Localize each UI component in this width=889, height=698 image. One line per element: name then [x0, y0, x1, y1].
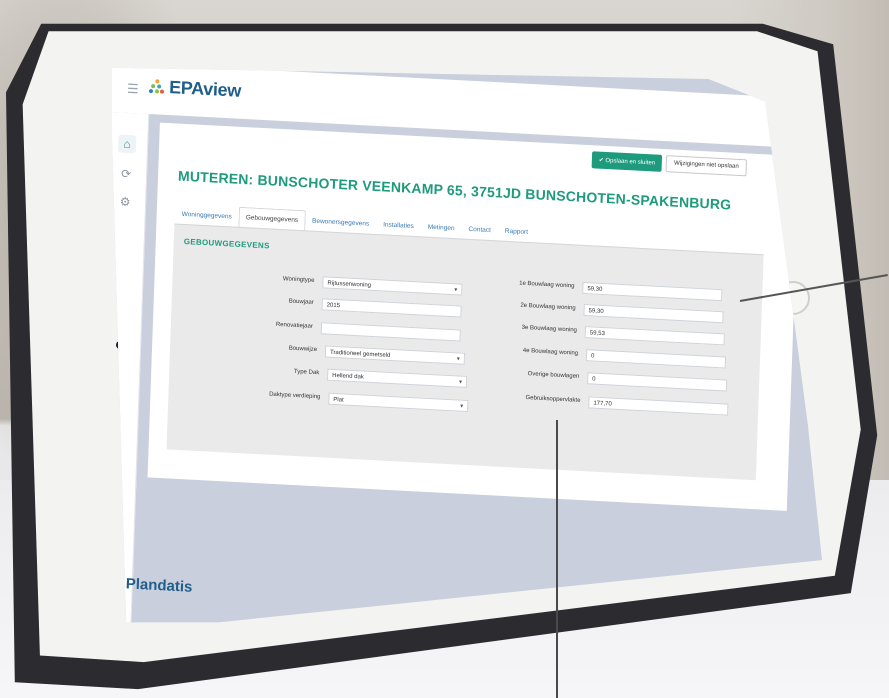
- field-label: Overige bouwlagen: [527, 371, 580, 380]
- field-label: Woningtype: [282, 276, 315, 284]
- field-label: Type Dak: [293, 368, 320, 377]
- field-label: Gebruiksoppervlakte: [525, 395, 581, 404]
- form-panel: GEBOUWGEGEVENS Woningtype Rijtussenwonin…: [166, 223, 764, 481]
- tablet: ☰ EPAview ⌂ ⟳ ⚙ ✔ Opslaan en sluiten Wij…: [0, 0, 889, 698]
- overige-bouwlagen-input[interactable]: 0: [587, 372, 728, 392]
- field-label: Bouwjaar: [288, 298, 314, 306]
- type-dak-select[interactable]: Hellend dak ▾: [327, 368, 468, 388]
- bouwlaag-4-input[interactable]: 0: [585, 349, 727, 369]
- field-label: Renovatiejaar: [275, 321, 313, 330]
- brand-text: Plandatis: [125, 574, 193, 596]
- select-value: Plat: [333, 396, 344, 404]
- refresh-icon[interactable]: ⟳: [117, 164, 136, 183]
- select-value: Traditioneel gemetseld: [329, 349, 391, 359]
- field-label: 4e Bouwlaag woning: [522, 347, 579, 357]
- app-window: ☰ EPAview ⌂ ⟳ ⚙ ✔ Opslaan en sluiten Wij…: [112, 67, 822, 623]
- chevron-down-icon: ▾: [454, 287, 458, 294]
- discard-button[interactable]: Wijzigingen niet opslaan: [665, 155, 747, 177]
- renovatiejaar-input[interactable]: [320, 322, 461, 342]
- bouwlaag-1-input[interactable]: 59,30: [582, 281, 723, 302]
- main-content: ✔ Opslaan en sluiten Wijzigingen niet op…: [147, 122, 800, 511]
- field-label: 3e Bouwlaag woning: [521, 324, 578, 334]
- save-close-button[interactable]: ✔ Opslaan en sluiten: [591, 151, 663, 172]
- chevron-down-icon: ▾: [456, 356, 460, 363]
- hamburger-icon[interactable]: ☰: [127, 81, 139, 98]
- gebruiksoppervlakte-input[interactable]: 177,70: [588, 396, 729, 416]
- select-value: Rijtussenwoning: [327, 280, 372, 289]
- select-value: Hellend dak: [332, 372, 364, 381]
- section-title: GEBOUWGEGEVENS: [183, 236, 270, 251]
- bouwwijze-select[interactable]: Traditioneel gemetseld ▾: [324, 345, 466, 365]
- field-label: Daktype verdieping: [269, 391, 321, 401]
- tablet-screen: ☰ EPAview ⌂ ⟳ ⚙ ✔ Opslaan en sluiten Wij…: [112, 67, 822, 623]
- header-actions: ✔ Opslaan en sluiten Wijzigingen niet op…: [591, 151, 747, 177]
- daktype-verdieping-select[interactable]: Plat ▾: [328, 392, 469, 413]
- field-label: 2e Bouwlaag woning: [520, 302, 576, 312]
- logo-icon: [148, 78, 166, 95]
- woningtype-select[interactable]: Rijtussenwoning ▾: [322, 276, 463, 296]
- bouwjaar-input[interactable]: 2015: [321, 298, 462, 318]
- chevron-down-icon: ▾: [458, 379, 463, 386]
- callout-line-vertical: [556, 420, 558, 698]
- bouwlaag-2-input[interactable]: 59,30: [583, 303, 724, 324]
- field-label: 1e Bouwlaag woning: [519, 280, 575, 290]
- chevron-down-icon: ▾: [460, 403, 464, 410]
- field-label: Bouwwijze: [288, 345, 318, 354]
- gear-icon[interactable]: ⚙: [116, 192, 135, 211]
- app-logo[interactable]: EPAview: [148, 76, 242, 102]
- logo-text: EPAview: [168, 77, 242, 101]
- page-title: MUTEREN: BUNSCHOTER VEENKAMP 65, 3751JD …: [177, 167, 732, 213]
- bouwlaag-3-input[interactable]: 59,53: [584, 326, 725, 346]
- home-icon[interactable]: ⌂: [117, 134, 137, 154]
